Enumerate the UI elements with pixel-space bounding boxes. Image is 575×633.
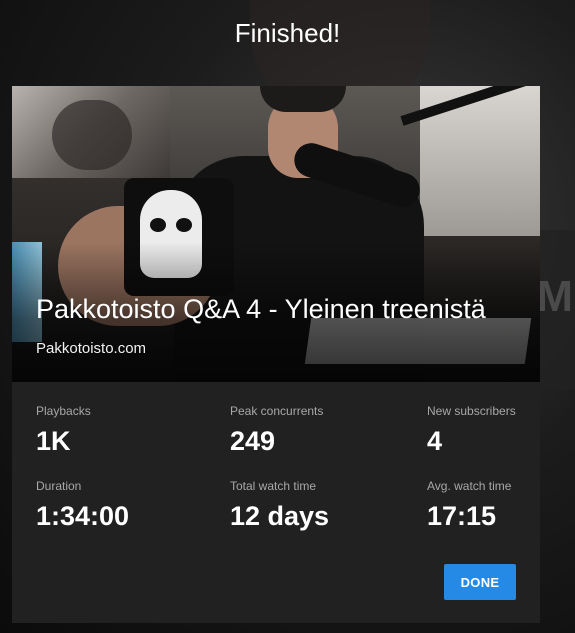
stat-value: 249 <box>230 426 276 456</box>
stat-new-subscribers: New subscribers 4 <box>427 404 516 457</box>
done-button[interactable]: DONE <box>444 564 516 600</box>
stream-summary-card: Pakkotoisto Q&A 4 - Yleinen treenistä Pa… <box>12 86 540 623</box>
video-title: Pakkotoisto Q&A 4 - Yleinen treenistä <box>36 294 486 324</box>
stat-label: Peak concurrents <box>230 404 324 418</box>
stats-grid: Playbacks 1K Peak concurrents 249 New su… <box>36 404 516 532</box>
stat-label: Playbacks <box>36 404 91 418</box>
stat-value: 1K <box>36 426 71 456</box>
stat-value: 17:15 <box>427 501 497 531</box>
stat-label: Duration <box>36 479 82 493</box>
stat-value: 1:34:00 <box>36 501 130 531</box>
stat-duration: Duration 1:34:00 <box>36 479 230 532</box>
video-thumbnail: Pakkotoisto Q&A 4 - Yleinen treenistä Pa… <box>12 86 540 382</box>
stat-value: 12 days <box>230 501 330 531</box>
stat-peak-concurrents: Peak concurrents 249 <box>230 404 427 457</box>
dialog-heading: Finished! <box>234 18 341 48</box>
stat-avg-watch-time: Avg. watch time 17:15 <box>427 479 516 532</box>
stat-playbacks: Playbacks 1K <box>36 404 230 457</box>
stat-label: Avg. watch time <box>427 479 512 493</box>
stat-label: New subscribers <box>427 404 516 418</box>
channel-name: Pakkotoisto.com <box>36 340 147 357</box>
stat-total-watch-time: Total watch time 12 days <box>230 479 427 532</box>
stat-value: 4 <box>427 426 443 456</box>
background-letter: M <box>536 272 573 321</box>
stat-label: Total watch time <box>230 479 317 493</box>
